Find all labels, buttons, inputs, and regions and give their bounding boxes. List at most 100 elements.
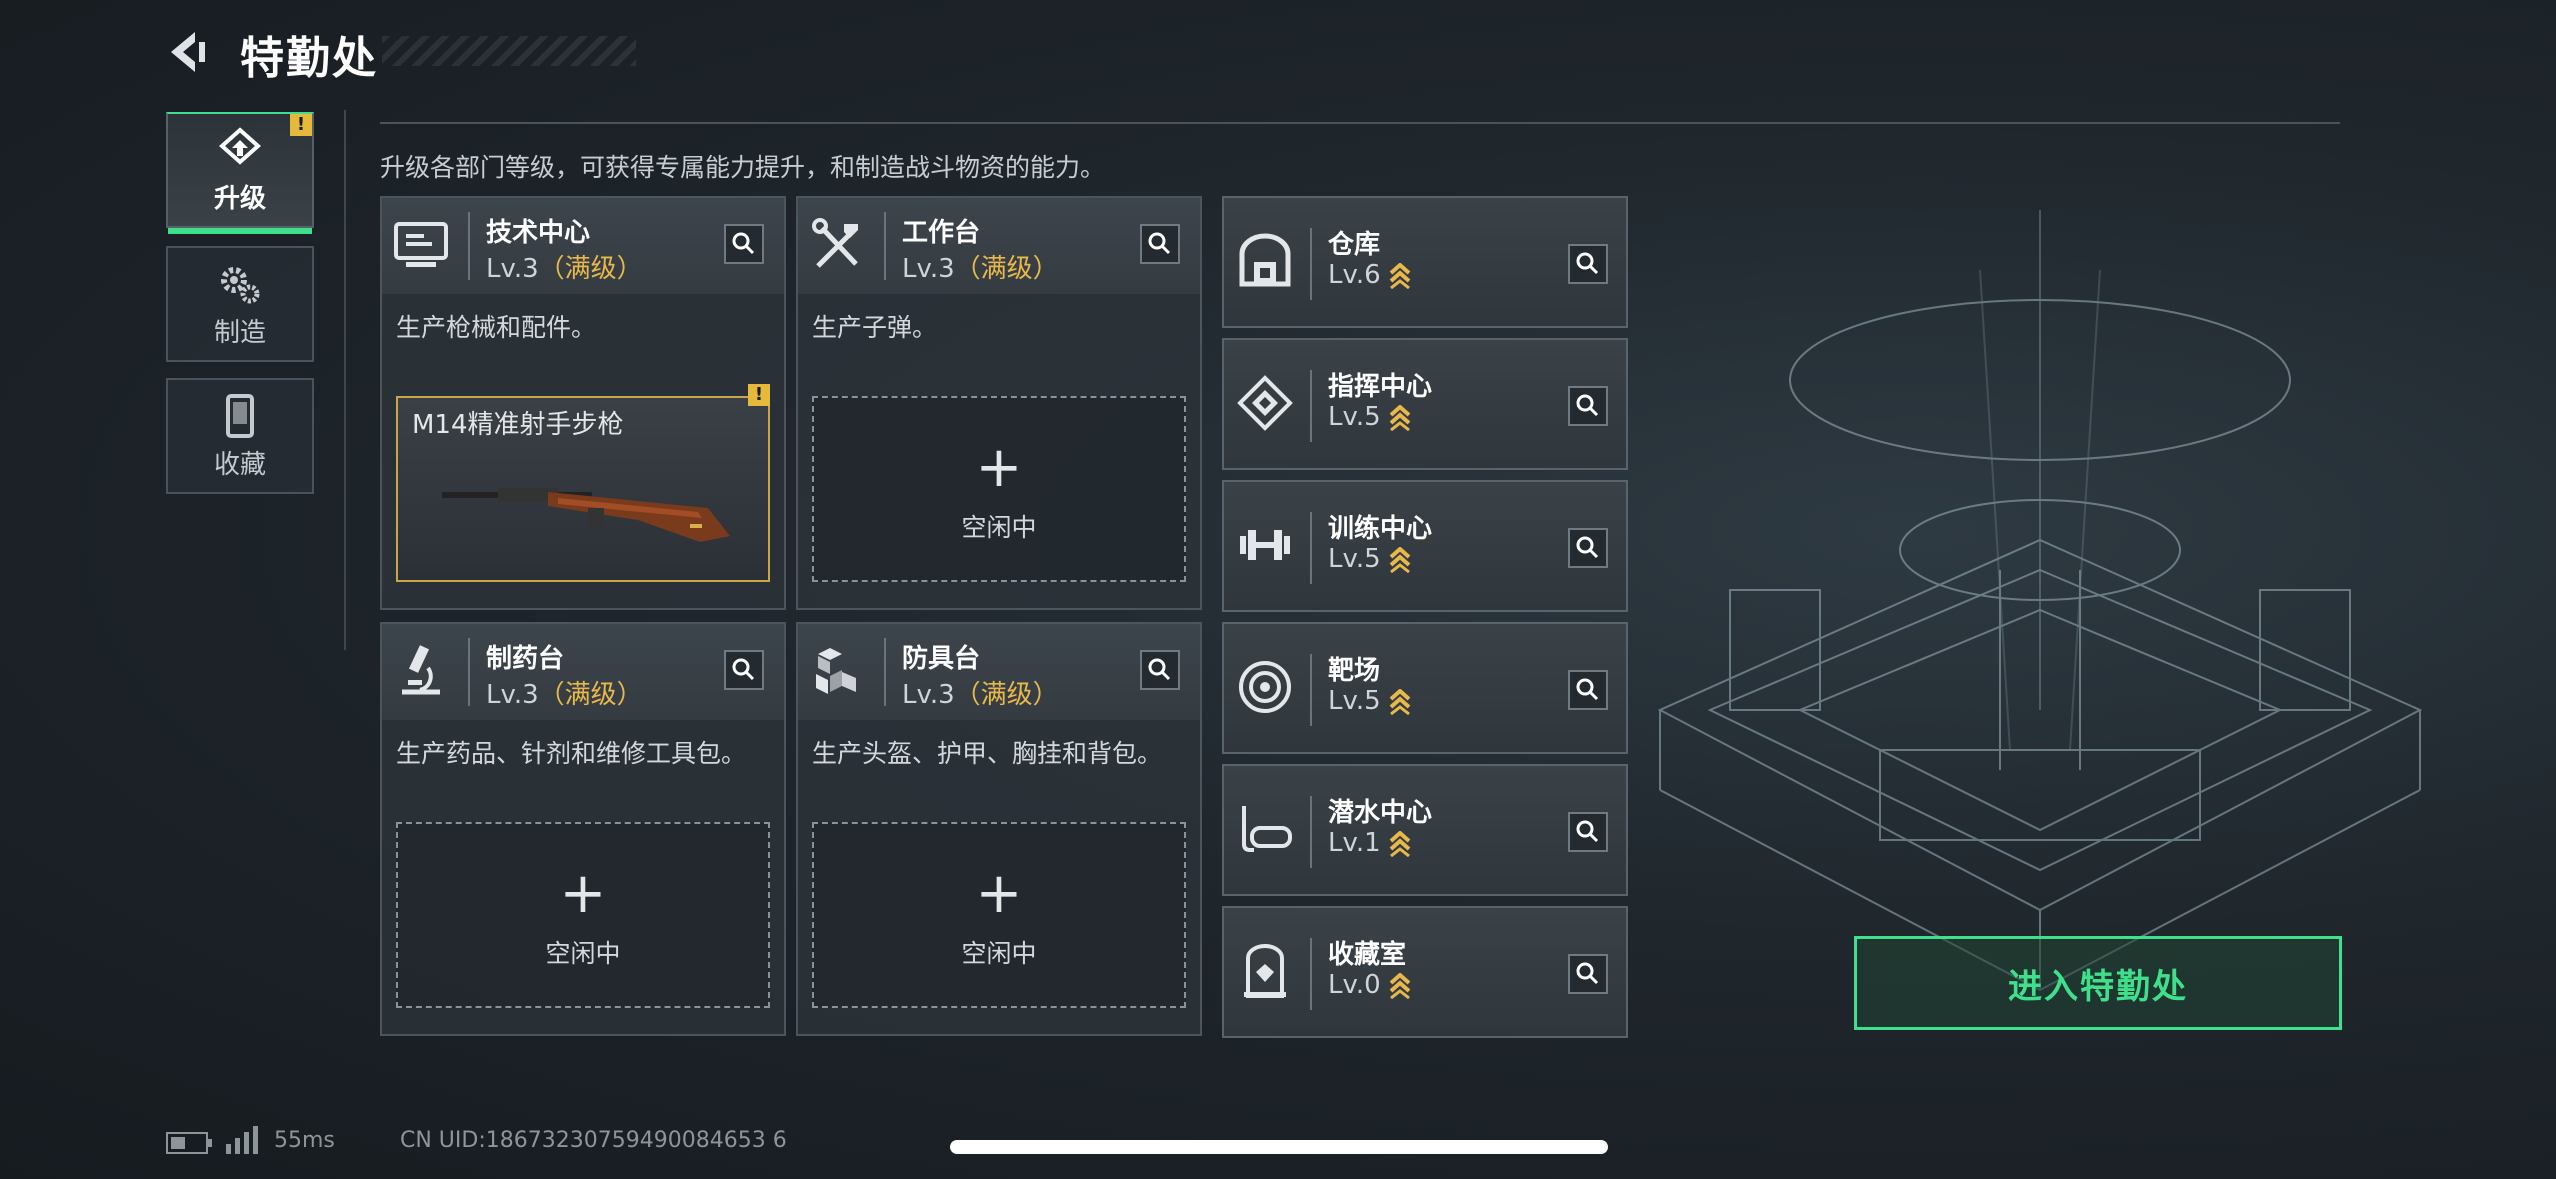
collection-icon: [1244, 944, 1286, 998]
max-level-tag: （满级）: [538, 680, 643, 710]
workshop-name: 技术中心: [486, 218, 591, 248]
search-icon: [1576, 536, 1599, 559]
user-uid: CN UID:18673230759490084653 6: [400, 1128, 787, 1153]
max-level-tag: （满级）: [954, 680, 1059, 710]
page-description: 升级各部门等级，可获得专属能力提升，和制造战斗物资的能力。: [380, 153, 1106, 182]
tab-craft[interactable]: 制造: [166, 246, 314, 362]
slot-status: 空闲中: [545, 939, 621, 968]
workshop-card-tech-center[interactable]: 技术中心 Lv.3（满级） 生产枪械和配件。 M14精准射手步枪 !: [380, 196, 786, 610]
level-value: Lv.5: [1328, 402, 1381, 432]
facility-diving-center[interactable]: 潜水中心 Lv.1: [1222, 764, 1628, 896]
search-icon: [1576, 962, 1599, 985]
workshop-name: 工作台: [902, 218, 981, 248]
inspect-button[interactable]: [1568, 812, 1608, 852]
item-name: M14精准射手步枪: [412, 410, 624, 440]
workshop-card-armor-bench[interactable]: 防具台 Lv.3（满级） 生产头盔、护甲、胸挂和背包。 + 空闲中: [796, 622, 1202, 1036]
facility-collection-room[interactable]: 收藏室 Lv.0: [1222, 906, 1628, 1038]
tab-collection[interactable]: 收藏: [166, 378, 314, 494]
separator: [1310, 796, 1312, 868]
inspect-button[interactable]: [1568, 528, 1608, 568]
warning-badge: !: [290, 114, 312, 136]
inspect-button[interactable]: [1140, 650, 1180, 690]
tab-upgrade[interactable]: 升级 !: [166, 112, 314, 234]
facility-warehouse[interactable]: 仓库 Lv.6: [1222, 196, 1628, 328]
inspect-button[interactable]: [1568, 954, 1608, 994]
level-value: Lv.6: [1328, 260, 1381, 290]
production-slot-empty[interactable]: + 空闲中: [812, 396, 1186, 582]
inspect-button[interactable]: [1568, 670, 1608, 710]
production-slot-empty[interactable]: + 空闲中: [396, 822, 770, 1008]
workshop-card-pharmacy[interactable]: 制药台 Lv.3（满级） 生产药品、针剂和维修工具包。 + 空闲中: [380, 622, 786, 1036]
search-icon: [1576, 820, 1599, 843]
level-value: Lv.0: [1328, 970, 1381, 1000]
upgrade-available-icon: [1389, 404, 1411, 431]
level-value: Lv.3: [486, 254, 539, 284]
facility-name: 收藏室: [1328, 940, 1407, 970]
separator: [1310, 938, 1312, 1010]
facility-level: Lv.6: [1328, 260, 1411, 290]
search-icon: [1148, 232, 1171, 255]
signal-icon: [226, 1126, 258, 1154]
enter-special-ops-button[interactable]: 进入特勤处: [1854, 936, 2342, 1030]
level-value: Lv.5: [1328, 544, 1381, 574]
command-icon: [1237, 375, 1293, 431]
add-icon: +: [975, 861, 1023, 926]
diving-mask-icon: [1242, 806, 1292, 852]
separator: [468, 638, 470, 706]
search-icon: [1576, 678, 1599, 701]
inspect-button[interactable]: [1568, 386, 1608, 426]
home-indicator[interactable]: [950, 1140, 1608, 1154]
production-slot-empty[interactable]: + 空闲中: [812, 822, 1186, 1008]
workshop-description: 生产子弹。: [812, 313, 938, 342]
tab-craft-label: 制造: [213, 317, 266, 348]
facility-training-center[interactable]: 训练中心 Lv.5: [1222, 480, 1628, 612]
separator: [884, 638, 886, 706]
search-icon: [1576, 252, 1599, 275]
inspect-button[interactable]: [1568, 244, 1608, 284]
separator: [1310, 228, 1312, 300]
tab-upgrade-label: 升级: [213, 183, 266, 214]
slot-status: 空闲中: [961, 513, 1037, 542]
warning-badge: !: [748, 384, 770, 406]
inspect-button[interactable]: [724, 224, 764, 264]
facility-name: 靶场: [1328, 656, 1381, 686]
separator: [1310, 512, 1312, 584]
slot-status: 空闲中: [961, 939, 1037, 968]
search-icon: [732, 658, 755, 681]
facility-name: 指挥中心: [1328, 372, 1433, 402]
search-icon: [1148, 658, 1171, 681]
title-decoration: [382, 36, 636, 66]
upgrade-available-icon: [1389, 972, 1411, 999]
upgrade-icon: [218, 126, 262, 165]
inspect-button[interactable]: [724, 650, 764, 690]
ping-value: 55ms: [274, 1128, 335, 1153]
level-value: Lv.5: [1328, 686, 1381, 716]
level-value: Lv.3: [902, 680, 955, 710]
add-icon: +: [975, 435, 1023, 500]
upgrade-available-icon: [1389, 830, 1411, 857]
upgrade-available-icon: [1389, 262, 1411, 289]
facility-shooting-range[interactable]: 靶场 Lv.5: [1222, 622, 1628, 754]
battery-icon: [166, 1132, 212, 1154]
facility-level: Lv.5: [1328, 686, 1411, 716]
search-icon: [1576, 394, 1599, 417]
workshop-card-workbench[interactable]: 工作台 Lv.3（满级） 生产子弹。 + 空闲中: [796, 196, 1202, 610]
workshop-level: Lv.3（满级）: [902, 674, 1059, 711]
facility-command-center[interactable]: 指挥中心 Lv.5: [1222, 338, 1628, 470]
production-slot-active[interactable]: M14精准射手步枪 !: [396, 384, 770, 582]
inspect-button[interactable]: [1140, 224, 1180, 264]
separator: [1310, 370, 1312, 442]
dumbbell-icon: [1240, 530, 1290, 560]
facility-level: Lv.1: [1328, 828, 1411, 858]
level-value: Lv.3: [902, 254, 955, 284]
max-level-tag: （满级）: [954, 254, 1059, 284]
workshop-description: 生产药品、针剂和维修工具包。: [396, 739, 747, 768]
facility-name: 训练中心: [1328, 514, 1433, 544]
back-arrow-icon[interactable]: [165, 28, 209, 76]
facility-level: Lv.5: [1328, 402, 1411, 432]
tab-collection-label: 收藏: [213, 449, 266, 480]
tools-icon: [812, 218, 858, 268]
facility-level: Lv.5: [1328, 544, 1411, 574]
search-icon: [732, 232, 755, 255]
rifle-image: [442, 488, 730, 542]
